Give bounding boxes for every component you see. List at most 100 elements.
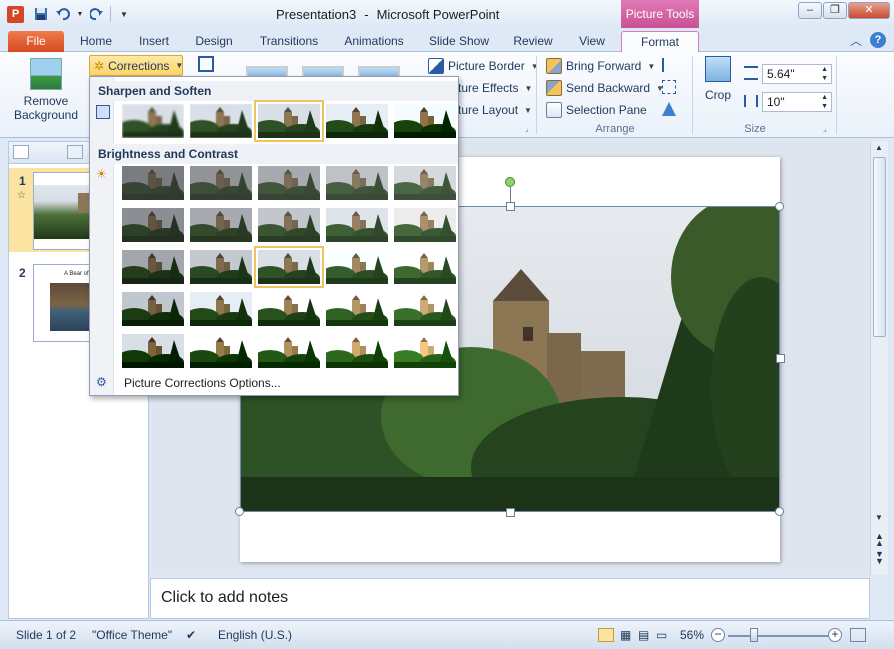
redo-icon[interactable] bbox=[88, 5, 106, 23]
brightness-contrast-option[interactable] bbox=[190, 250, 252, 284]
tab-format[interactable]: Format bbox=[621, 31, 699, 53]
brightness-contrast-option[interactable] bbox=[326, 208, 388, 242]
resize-handle-top[interactable] bbox=[506, 202, 515, 211]
slides-tab[interactable] bbox=[13, 145, 29, 159]
tab-review[interactable]: Review bbox=[508, 31, 558, 52]
sharpen-option[interactable] bbox=[326, 104, 388, 138]
brightness-contrast-option[interactable] bbox=[190, 166, 252, 200]
brightness-contrast-option[interactable] bbox=[258, 166, 320, 200]
slide-show-icon[interactable]: ▭ bbox=[656, 628, 667, 642]
brightness-contrast-option[interactable] bbox=[122, 334, 184, 368]
resize-handle-bottom-left[interactable] bbox=[235, 507, 244, 516]
size-launcher-icon[interactable]: ⌟ bbox=[823, 124, 827, 133]
picture-corrections-options-item[interactable]: ⚙ Picture Corrections Options... bbox=[90, 369, 458, 395]
next-slide-icon[interactable]: ▼ ▼ bbox=[875, 550, 884, 566]
customize-qat-icon[interactable]: ▼ bbox=[115, 5, 133, 23]
brightness-contrast-option[interactable] bbox=[190, 292, 252, 326]
brightness-contrast-option[interactable] bbox=[326, 292, 388, 326]
tab-file[interactable]: File bbox=[8, 31, 64, 52]
tab-home[interactable]: Home bbox=[76, 31, 116, 52]
picture-styles-launcher-icon[interactable]: ⌟ bbox=[525, 124, 529, 133]
tab-slide-show[interactable]: Slide Show bbox=[424, 31, 494, 52]
minimize-button[interactable]: ‒ bbox=[798, 2, 822, 19]
selection-pane-button[interactable]: Selection Pane bbox=[546, 100, 647, 120]
tab-insert[interactable]: Insert bbox=[132, 31, 176, 52]
sharpen-option[interactable] bbox=[394, 104, 456, 138]
restore-button[interactable]: ❐ bbox=[823, 2, 847, 19]
vertical-scrollbar[interactable]: ▲ ▼ ▲ ▲ ▼ ▼ bbox=[870, 141, 888, 575]
scroll-down-icon[interactable]: ▼ bbox=[875, 513, 883, 522]
rotate-icon[interactable] bbox=[662, 102, 676, 116]
picture-border-button[interactable]: Picture Border ▼ bbox=[428, 56, 539, 76]
zoom-out-button[interactable]: − bbox=[711, 628, 725, 642]
spell-check-icon[interactable]: ✔ bbox=[186, 628, 196, 642]
resize-handle-right[interactable] bbox=[776, 354, 785, 363]
resize-handle-bottom-right[interactable] bbox=[775, 507, 784, 516]
previous-slide-icon[interactable]: ▲ ▲ bbox=[875, 532, 884, 548]
reading-view-icon[interactable]: ▤ bbox=[638, 628, 649, 642]
picture-layout-button[interactable]: cture Layout ▼ bbox=[452, 100, 532, 120]
tab-transitions[interactable]: Transitions bbox=[254, 31, 324, 52]
outline-tab[interactable] bbox=[67, 145, 83, 159]
undo-dropdown-icon[interactable]: ▼ bbox=[76, 5, 84, 23]
normal-view-icon[interactable] bbox=[598, 628, 614, 642]
brightness-contrast-option[interactable] bbox=[394, 250, 456, 284]
brightness-contrast-option[interactable] bbox=[254, 246, 324, 288]
brightness-contrast-option[interactable] bbox=[190, 208, 252, 242]
zoom-level[interactable]: 56% bbox=[680, 628, 704, 642]
brightness-contrast-option[interactable] bbox=[122, 250, 184, 284]
zoom-slider-track[interactable] bbox=[728, 635, 828, 637]
slide-sorter-icon[interactable]: ▦ bbox=[620, 628, 631, 642]
corrections-button[interactable]: ✲ Corrections ▼ bbox=[89, 55, 183, 76]
picture-effects-button[interactable]: cture Effects ▼ bbox=[452, 78, 532, 98]
scroll-up-icon[interactable]: ▲ bbox=[875, 143, 883, 152]
zoom-in-button[interactable]: + bbox=[828, 628, 842, 642]
brightness-contrast-option[interactable] bbox=[258, 292, 320, 326]
brightness-contrast-option[interactable] bbox=[122, 166, 184, 200]
brightness-contrast-option[interactable] bbox=[122, 208, 184, 242]
minimize-ribbon-icon[interactable]: ︿ bbox=[850, 32, 862, 49]
sharpen-option[interactable] bbox=[122, 104, 184, 138]
scrollbar-thumb[interactable] bbox=[873, 157, 886, 337]
language-status[interactable]: English (U.S.) bbox=[218, 628, 292, 642]
undo-icon[interactable] bbox=[54, 5, 72, 23]
remove-background-button[interactable]: Remove Background bbox=[10, 58, 82, 122]
width-spinner[interactable]: ▲ ▼ bbox=[821, 93, 828, 111]
brightness-contrast-option[interactable] bbox=[258, 334, 320, 368]
rotation-handle[interactable] bbox=[505, 177, 515, 187]
height-input[interactable]: 5.64" ▲ ▼ bbox=[762, 64, 832, 84]
brightness-contrast-option[interactable] bbox=[122, 292, 184, 326]
brightness-contrast-option[interactable] bbox=[190, 334, 252, 368]
brightness-contrast-option[interactable] bbox=[394, 334, 456, 368]
brightness-contrast-option[interactable] bbox=[394, 208, 456, 242]
help-icon[interactable]: ? bbox=[870, 32, 886, 48]
brightness-contrast-option[interactable] bbox=[326, 166, 388, 200]
close-button[interactable]: ✕ bbox=[848, 2, 890, 19]
notes-pane[interactable]: Click to add notes bbox=[150, 578, 870, 619]
sharpen-option[interactable] bbox=[254, 100, 324, 142]
bring-forward-button[interactable]: Bring Forward ▼ bbox=[546, 56, 655, 76]
width-input[interactable]: 10" ▲ ▼ bbox=[762, 92, 832, 112]
send-backward-button[interactable]: Send Backward ▼ bbox=[546, 78, 664, 98]
brightness-contrast-option[interactable] bbox=[326, 334, 388, 368]
zoom-slider-knob[interactable] bbox=[750, 628, 758, 642]
resize-handle-bottom[interactable] bbox=[506, 508, 515, 517]
tab-view[interactable]: View bbox=[572, 31, 612, 52]
tab-animations[interactable]: Animations bbox=[338, 31, 410, 52]
brightness-contrast-option[interactable] bbox=[258, 208, 320, 242]
resize-handle-top-right[interactable] bbox=[775, 202, 784, 211]
tab-design[interactable]: Design bbox=[190, 31, 238, 52]
brightness-contrast-option[interactable] bbox=[394, 292, 456, 326]
theme-status[interactable]: "Office Theme" bbox=[92, 628, 172, 642]
brightness-contrast-option[interactable] bbox=[394, 166, 456, 200]
height-spinner[interactable]: ▲ ▼ bbox=[821, 65, 828, 83]
powerpoint-app-icon[interactable]: P bbox=[7, 6, 24, 23]
compress-pictures-icon[interactable] bbox=[198, 56, 214, 72]
save-icon[interactable] bbox=[32, 5, 50, 23]
fit-to-window-icon[interactable] bbox=[850, 628, 866, 642]
crop-button[interactable]: Crop bbox=[700, 56, 736, 102]
brightness-contrast-option[interactable] bbox=[326, 250, 388, 284]
group-icon[interactable] bbox=[662, 80, 676, 94]
sharpen-option[interactable] bbox=[190, 104, 252, 138]
align-icon[interactable] bbox=[662, 58, 676, 72]
